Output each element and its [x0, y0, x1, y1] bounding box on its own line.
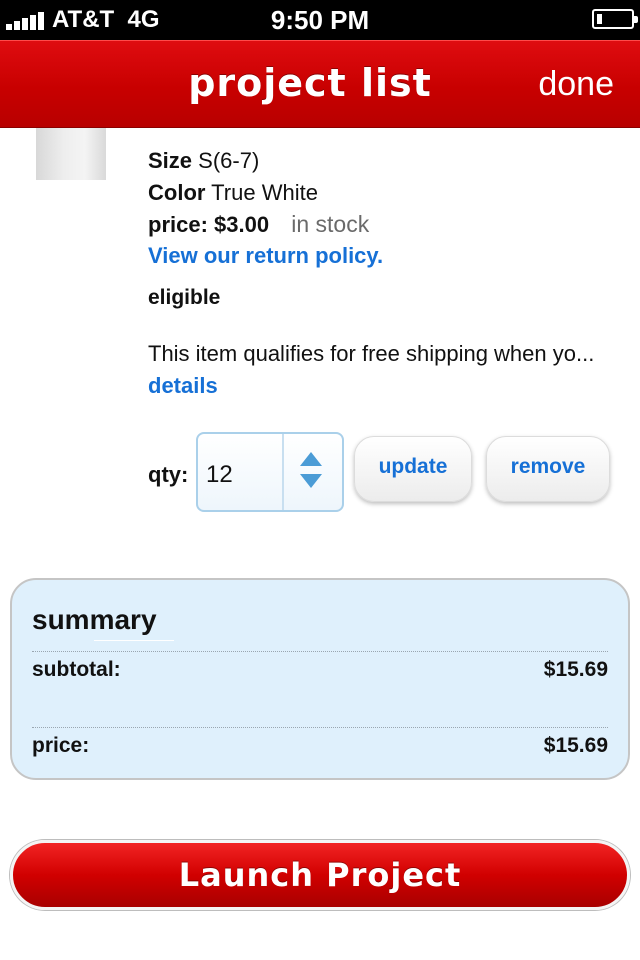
done-button[interactable]: done — [538, 65, 614, 104]
qty-label: qty: — [148, 462, 189, 487]
quantity-input[interactable]: 12 — [206, 461, 233, 489]
subtotal-value: $15.69 — [543, 658, 608, 681]
eligibility-status: eligible — [148, 286, 221, 309]
product-thumbnail[interactable] — [36, 128, 106, 180]
total-price-label: price: — [32, 734, 90, 757]
details-link[interactable]: details — [148, 373, 218, 398]
size-value: S(6-7) — [198, 148, 260, 173]
launch-project-button[interactable]: Launch Project — [10, 840, 630, 910]
item-price: price: $3.00 in stock — [148, 211, 369, 238]
stepper-divider — [282, 434, 284, 510]
battery-icon — [592, 9, 638, 29]
stock-status: in stock — [291, 211, 370, 237]
size-label: Size — [148, 148, 193, 173]
remove-button[interactable]: remove — [486, 436, 610, 502]
return-policy-link[interactable]: View our return policy. — [148, 243, 383, 269]
price-value: $3.00 — [214, 212, 270, 237]
navigation-bar: project list done — [0, 40, 640, 128]
price-label: price: — [148, 212, 208, 237]
quantity-stepper[interactable]: 12 — [196, 432, 344, 512]
update-button[interactable]: update — [354, 436, 472, 502]
item-color: Color True White — [148, 180, 318, 206]
status-bar: AT&T 4G 9:50 PM — [0, 0, 640, 40]
arrow-down-icon[interactable] — [300, 474, 322, 488]
color-value: True White — [211, 180, 318, 205]
battery-level — [597, 14, 602, 24]
summary-card: summary subtotal: $15.69 price: $15.69 — [10, 578, 630, 780]
stepper-arrows[interactable] — [298, 450, 324, 494]
page-title: project list — [188, 61, 432, 105]
divider — [32, 651, 608, 652]
shipping-description: This item qualifies for free shipping wh… — [148, 338, 618, 402]
subtotal-label: subtotal: — [32, 658, 121, 681]
divider — [32, 727, 608, 728]
total-price-value: $15.69 — [543, 734, 608, 757]
item-size: Size S(6-7) — [148, 148, 259, 174]
color-label: Color — [148, 180, 206, 205]
clock: 9:50 PM — [270, 5, 370, 35]
arrow-up-icon[interactable] — [300, 452, 322, 466]
shipping-text: This item qualifies for free shipping wh… — [148, 341, 595, 366]
heading-underline — [94, 640, 174, 641]
summary-heading: summary — [32, 604, 157, 635]
